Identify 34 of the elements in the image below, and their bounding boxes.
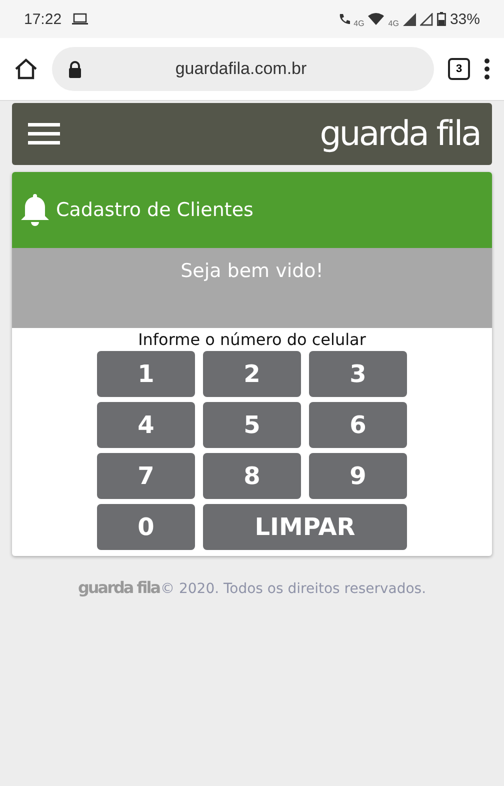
signal-icon: [420, 12, 433, 26]
keypad-key[interactable]: 1: [97, 351, 195, 397]
welcome-banner: Seja bem vido!: [12, 248, 492, 328]
keypad-key[interactable]: 5: [203, 402, 301, 448]
clear-button[interactable]: LIMPAR: [203, 504, 407, 550]
network-label: 4G: [388, 18, 399, 28]
keypad-key[interactable]: 2: [203, 351, 301, 397]
tab-count-button[interactable]: 3: [448, 58, 470, 80]
keypad-key[interactable]: 0: [97, 504, 195, 550]
card-title: Cadastro de Clientes: [56, 199, 254, 221]
keypad-key[interactable]: 3: [309, 351, 407, 397]
bell-icon: [20, 193, 50, 227]
clock: 17:22: [24, 10, 62, 28]
keypad-key[interactable]: 9: [309, 453, 407, 499]
keypad-key[interactable]: 8: [203, 453, 301, 499]
keypad-key[interactable]: 6: [309, 402, 407, 448]
laptop-icon: [72, 13, 88, 25]
home-icon[interactable]: [14, 58, 38, 80]
wifi-icon: [368, 13, 384, 25]
battery-level: 33%: [450, 10, 480, 28]
keypad-key[interactable]: 7: [97, 453, 195, 499]
menu-icon[interactable]: [28, 123, 60, 145]
address-bar[interactable]: guardafila.com.br: [52, 47, 434, 91]
prompt-text: Informe o número do celular: [137, 330, 367, 349]
copyright-text: © 2020. Todos os direitos reservados.: [160, 581, 426, 597]
logo: guarda fila: [320, 114, 480, 154]
phone-icon: [338, 13, 350, 25]
lock-icon: [68, 60, 82, 78]
more-icon[interactable]: [484, 58, 490, 80]
battery-icon: [436, 12, 446, 26]
keypad-key[interactable]: 4: [97, 402, 195, 448]
signal-icon: [402, 12, 416, 26]
footer-logo: guarda fila: [78, 578, 160, 597]
network-label: 4G: [354, 18, 364, 28]
